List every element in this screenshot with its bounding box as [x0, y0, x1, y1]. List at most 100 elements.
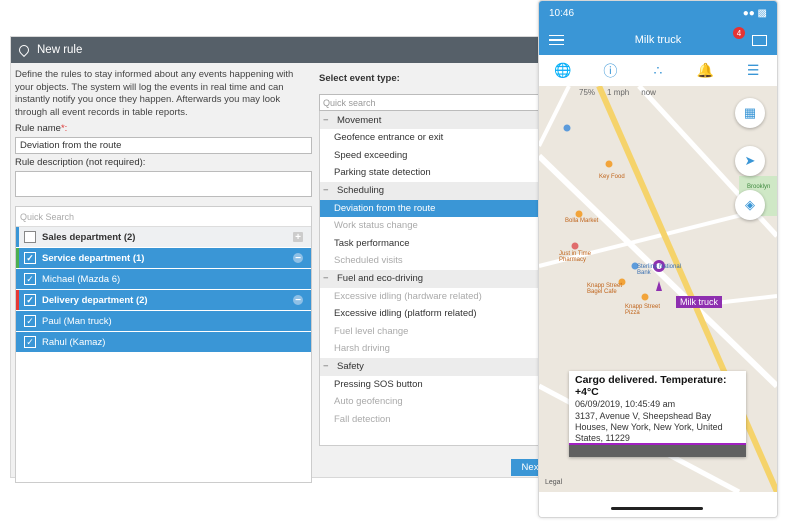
- event-category[interactable]: − Fuel and eco-driving: [320, 269, 540, 288]
- status-bar: 10:46 ●● ▩: [539, 1, 777, 25]
- event-type-item[interactable]: Deviation from the route: [320, 199, 540, 217]
- group-color-stripe: [16, 269, 19, 289]
- location-pin-icon: [16, 42, 32, 58]
- object-groups-list: Quick Search Sales department (2) + ✓ Servi…: [15, 206, 312, 483]
- collapse-icon[interactable]: −: [293, 295, 303, 306]
- group-checkbox[interactable]: [24, 231, 36, 243]
- info-icon[interactable]: ⓘ: [600, 61, 620, 81]
- collapse-icon[interactable]: −: [323, 273, 331, 284]
- group-row[interactable]: Sales department (2) +: [16, 227, 311, 248]
- app-tabs: 🌐 ⓘ ∴ 🔔 ☰: [539, 55, 777, 87]
- collapse-icon[interactable]: −: [293, 253, 303, 264]
- locate-button[interactable]: ➤: [735, 146, 765, 176]
- rule-name-input[interactable]: Deviation from the route: [15, 137, 312, 154]
- group-row[interactable]: ✓ Service department (1) −: [16, 248, 311, 269]
- layers-button[interactable]: ◈: [735, 190, 765, 220]
- truck-label[interactable]: Milk truck: [676, 296, 722, 308]
- event-type-item[interactable]: Task performance: [320, 235, 540, 253]
- navigation-arrow-icon: ➤: [744, 153, 756, 168]
- required-marker: *:: [60, 123, 68, 134]
- chat-icon[interactable]: ☰: [743, 62, 763, 79]
- group-checkbox[interactable]: ✓: [24, 273, 36, 285]
- event-type-item: Fuel level change: [334, 325, 409, 337]
- bell-icon[interactable]: 🔔: [696, 62, 716, 79]
- poi-label: Sterling National Bank: [637, 264, 682, 276]
- collapse-icon[interactable]: −: [323, 185, 331, 196]
- poi-label: Knapp Street Pizza: [625, 304, 661, 316]
- group-checkbox[interactable]: ✓: [24, 294, 36, 306]
- event-type-item: Fall detection: [334, 413, 391, 425]
- collapse-icon[interactable]: −: [323, 115, 331, 126]
- intro-text: Define the rules to stay informed about …: [15, 69, 294, 118]
- event-type-item: Harsh driving: [334, 343, 390, 355]
- new-rule-dialog: New rule Define the rules to stay inform…: [10, 36, 550, 483]
- map-stats: 75% 1 mph now: [579, 88, 656, 97]
- battery-stat: 75%: [579, 88, 596, 97]
- groups-rows: Sales department (2) + ✓ Service department…: [16, 227, 311, 353]
- event-type-item: Work status change: [334, 220, 418, 232]
- poi-label: Key Food: [599, 174, 625, 180]
- event-category[interactable]: − Safety: [320, 357, 540, 376]
- rule-name-label-text: Rule name: [15, 123, 61, 134]
- route-icon[interactable]: ∴: [648, 62, 668, 79]
- group-row[interactable]: ✓ Rahul (Kamaz): [16, 332, 311, 353]
- route-icon: ▦: [743, 105, 757, 120]
- status-time: 10:46: [549, 7, 575, 19]
- event-category-label: Safety: [337, 361, 364, 372]
- globe-icon[interactable]: 🌐: [553, 62, 573, 79]
- route-button[interactable]: ▦: [735, 98, 765, 128]
- menu-icon[interactable]: [549, 32, 564, 49]
- group-checkbox[interactable]: ✓: [24, 315, 36, 327]
- mail-icon[interactable]: [751, 34, 767, 46]
- event-search-input[interactable]: Quick search: [319, 94, 541, 111]
- group-color-stripe: [16, 290, 19, 310]
- group-label: Sales department (2): [42, 231, 136, 243]
- rule-description-input[interactable]: [15, 171, 312, 197]
- event-card-title: Cargo delivered. Temperature: +4°C: [575, 374, 727, 398]
- event-category-label: Fuel and eco-driving: [337, 273, 424, 284]
- group-checkbox[interactable]: ✓: [24, 252, 36, 264]
- map-legal[interactable]: Legal: [545, 479, 562, 486]
- group-row[interactable]: ✓ Delivery department (2) −: [16, 290, 311, 311]
- status-icons: ●● ▩: [742, 7, 767, 19]
- layers-icon: ◈: [745, 197, 755, 212]
- map-view[interactable]: Key Food Bolla Market Just in Time Pharm…: [539, 86, 777, 492]
- event-type-list: − Movement Geofence entrance or exit Speed …: [319, 111, 541, 446]
- rule-settings-panel: Define the rules to stay informed about …: [15, 69, 313, 483]
- group-row[interactable]: ✓ Michael (Mazda 6): [16, 269, 311, 290]
- group-color-stripe: [16, 248, 19, 268]
- group-label: Delivery department (2): [42, 294, 148, 306]
- collapse-icon[interactable]: −: [323, 361, 331, 372]
- rule-description-label: Rule description (not required):: [15, 157, 146, 168]
- group-row[interactable]: ✓ Paul (Man truck): [16, 311, 311, 332]
- event-type-item[interactable]: Excessive idling (platform related): [320, 305, 540, 323]
- event-type-item[interactable]: Geofence entrance or exit: [320, 129, 540, 147]
- group-label: Rahul (Kamaz): [42, 336, 106, 348]
- rule-name-label: Rule name*:: [15, 123, 313, 134]
- event-type-item[interactable]: Parking state detection: [320, 164, 540, 182]
- app-navbar: Milk truck 4: [539, 25, 777, 55]
- event-type-item: Scheduled visits: [334, 255, 403, 267]
- group-color-stripe: [16, 227, 19, 247]
- dialog-title: New rule: [37, 44, 83, 56]
- event-category[interactable]: − Movement: [320, 111, 540, 129]
- group-color-stripe: [16, 311, 19, 331]
- group-color-stripe: [16, 332, 19, 352]
- groups-search-input[interactable]: Quick Search: [16, 207, 311, 227]
- event-card-bar: [569, 443, 746, 457]
- expand-icon[interactable]: +: [293, 232, 303, 243]
- group-label: Paul (Man truck): [42, 315, 112, 327]
- event-type-item[interactable]: Speed exceeding: [320, 147, 540, 165]
- poi-label: Just in Time Pharmacy: [559, 251, 592, 263]
- notification-badge: 4: [733, 27, 745, 39]
- dialog-titlebar: New rule: [11, 37, 549, 63]
- event-category[interactable]: − Scheduling: [320, 181, 540, 200]
- poi-label: Knapp Street Bagel Cafe: [587, 283, 623, 295]
- event-type-item[interactable]: Pressing SOS button: [320, 376, 540, 394]
- time-stat: now: [641, 88, 656, 97]
- phone-app: 10:46 ●● ▩ Milk truck 4 🌐 ⓘ ∴ 🔔 ☰ Key Fo…: [538, 0, 778, 518]
- group-label: Service department (1): [42, 252, 145, 264]
- home-indicator: [539, 492, 777, 517]
- event-type-title: Select event type:: [319, 73, 400, 84]
- group-checkbox[interactable]: ✓: [24, 336, 36, 348]
